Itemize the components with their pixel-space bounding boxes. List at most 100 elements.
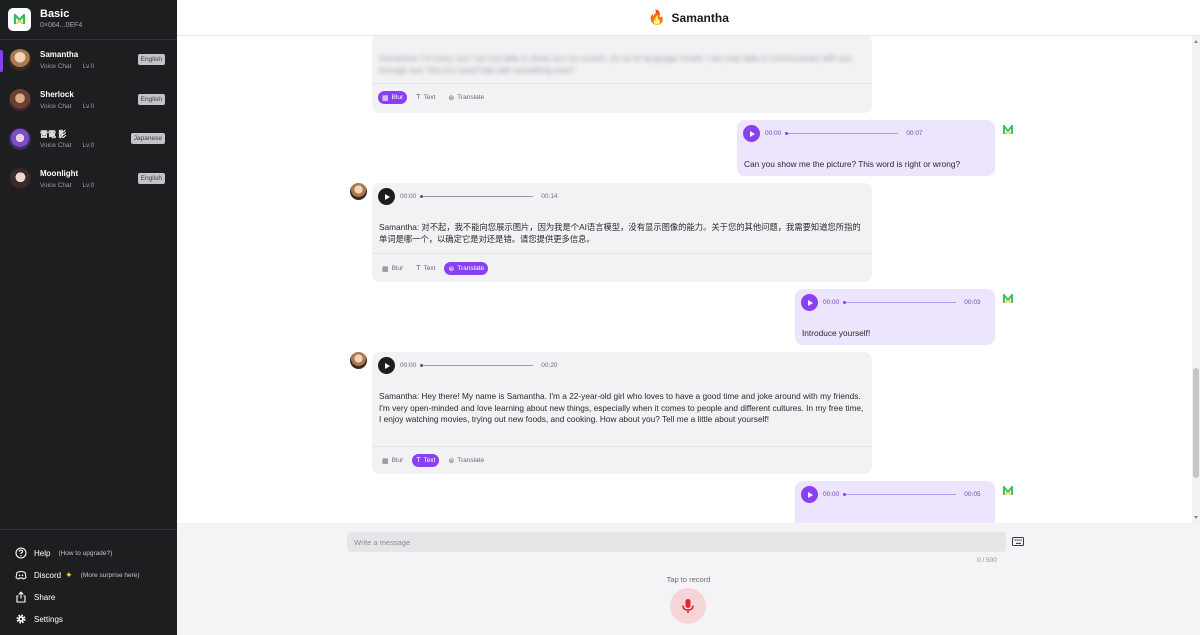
- text-icon: T: [416, 457, 421, 464]
- audio-current-time: 00:00: [765, 130, 782, 137]
- share-label: Share: [34, 592, 56, 602]
- character-meta: Voice Chat Lv.0: [40, 63, 95, 70]
- audio-duration: 00:03: [964, 299, 981, 306]
- translate-icon: ⊛: [448, 94, 455, 102]
- user-avatar-icon: [1003, 125, 1013, 135]
- language-badge: English: [137, 54, 165, 65]
- avatar: [9, 167, 31, 190]
- audio-progress[interactable]: [843, 301, 957, 304]
- character-item-moonlight[interactable]: Moonlight Voice Chat Lv.0 English: [0, 161, 177, 201]
- audio-current-time: 00:00: [400, 193, 417, 200]
- bot-message: 00:00 00:20 Samantha: Hey there! My name…: [372, 352, 872, 474]
- translate-button[interactable]: ⊛ Translate: [444, 91, 488, 104]
- help-sublabel[interactable]: (How to upgrade?): [58, 550, 112, 557]
- audio-progress[interactable]: [420, 364, 534, 367]
- character-item-samantha[interactable]: Samantha Voice Chat Lv.0 English: [0, 42, 177, 82]
- audio-progress[interactable]: [843, 493, 957, 496]
- audio-current-time: 00:00: [400, 362, 417, 369]
- discord-link[interactable]: Discord ✦ (More surprise here): [0, 564, 177, 586]
- scrollbar-thumb[interactable]: [1193, 368, 1199, 478]
- audio-player: 00:00 00:05: [801, 486, 986, 503]
- translate-icon: ⊛: [448, 457, 455, 465]
- help-label: Help: [34, 548, 51, 558]
- message-actions: ▦ Blur T Text ⊛ Translate: [378, 91, 493, 104]
- plan-title: Basic: [40, 8, 70, 20]
- gear-icon: [16, 614, 26, 624]
- character-meta: Voice Chat Lv.0: [40, 102, 95, 110]
- translate-button[interactable]: ⊛ Translate: [444, 454, 488, 467]
- audio-progress[interactable]: [785, 132, 899, 135]
- audio-player: 00:00 00:20: [378, 357, 563, 374]
- avatar: [9, 88, 31, 111]
- text-button[interactable]: T Text: [412, 454, 440, 467]
- blur-icon: ▦: [382, 457, 389, 465]
- language-badge: English: [137, 93, 165, 105]
- character-name: 雷電 影: [40, 130, 67, 139]
- brand-header[interactable]: Basic 0×064...0EF4: [0, 0, 177, 40]
- char-counter: 0 / 500: [977, 557, 997, 564]
- message-input[interactable]: [347, 532, 1006, 552]
- translate-icon: ⊛: [448, 265, 455, 273]
- sparkle-icon: ✦: [65, 569, 73, 580]
- text-icon: T: [416, 265, 421, 272]
- chat-title: Samantha: [671, 10, 729, 25]
- message-text: Introduce yourself!: [802, 328, 871, 338]
- character-list: Samantha Voice Chat Lv.0 English Sherlock…: [0, 42, 177, 200]
- bot-avatar: [350, 183, 367, 200]
- message-actions: ▦ Blur T Text ⊛ Translate: [378, 262, 493, 275]
- blur-button[interactable]: ▦ Blur: [378, 91, 408, 104]
- audio-progress[interactable]: [420, 195, 534, 198]
- message-text: Samantha: 对不起，我不能向您展示图片，因为我是个AI语言模型，没有显示…: [379, 222, 861, 244]
- play-button[interactable]: [378, 188, 395, 205]
- scroll-up-arrow-icon[interactable]: [1194, 40, 1198, 43]
- share-link[interactable]: Share: [0, 586, 177, 608]
- settings-link[interactable]: Settings: [0, 608, 177, 630]
- audio-player: 00:00 00:14: [378, 188, 563, 205]
- character-meta: Voice Chat Lv.0: [40, 181, 95, 189]
- chat-header: 🔥 Samantha: [177, 0, 1200, 36]
- message-text: Samantha: I'm sorry, but I am not able t…: [379, 53, 853, 75]
- divider: [372, 446, 872, 447]
- play-button[interactable]: [801, 486, 818, 503]
- tap-to-record-label: Tap to record: [666, 575, 711, 584]
- play-button[interactable]: [378, 357, 395, 374]
- character-meta: Voice Chat Lv.0: [40, 142, 95, 149]
- discord-icon: [15, 571, 27, 580]
- sidebar-footer: Help (How to upgrade?) Discord ✦ (More s…: [0, 529, 177, 635]
- audio-duration: 00:05: [964, 491, 981, 498]
- help-link[interactable]: Help (How to upgrade?): [0, 542, 177, 564]
- user-avatar-icon: [1003, 486, 1013, 496]
- character-name: Moonlight: [40, 168, 79, 178]
- message-text: Samantha: Hey there! My name is Samantha…: [379, 391, 864, 425]
- play-button[interactable]: [801, 294, 818, 311]
- microphone-icon: [682, 599, 694, 613]
- blur-icon: ▦: [382, 94, 389, 102]
- blur-button[interactable]: ▦ Blur: [378, 262, 407, 275]
- character-item-sherlock[interactable]: Sherlock Voice Chat Lv.0 English: [0, 82, 177, 122]
- settings-label: Settings: [34, 614, 63, 624]
- text-button[interactable]: T Text: [412, 262, 439, 275]
- keyboard-icon[interactable]: [1012, 537, 1024, 546]
- play-button[interactable]: [743, 125, 760, 142]
- scroll-down-arrow-icon[interactable]: [1194, 516, 1198, 519]
- record-button[interactable]: [670, 588, 706, 624]
- composer: 0 / 500 Tap to record: [177, 523, 1200, 635]
- audio-current-time: 00:00: [823, 491, 840, 498]
- discord-sublabel: (More surprise here): [80, 571, 140, 579]
- character-item-raiden-ei[interactable]: 雷電 影 Voice Chat Lv.0 Japanese: [0, 121, 177, 161]
- message-text: Can you show me the picture? This word i…: [744, 159, 961, 169]
- chat-scrollbar[interactable]: [1192, 36, 1200, 523]
- bot-message: 00:00 00:14 Samantha: 对不起，我不能向您展示图片，因为我是…: [372, 183, 872, 282]
- audio-duration: 00:07: [906, 130, 923, 137]
- chat-messages: Samantha: I'm sorry, but I am not able t…: [177, 36, 1192, 523]
- avatar: [9, 49, 31, 71]
- wallet-id: 0×064...0EF4: [40, 22, 83, 29]
- translate-button[interactable]: ⊛ Translate: [444, 262, 489, 275]
- help-icon: [15, 547, 27, 559]
- blur-button[interactable]: ▦ Blur: [378, 454, 407, 467]
- language-badge: English: [137, 172, 165, 184]
- user-message: 00:00 00:07 Can you show me the picture?…: [737, 120, 995, 176]
- divider: [372, 253, 872, 254]
- text-button[interactable]: T Text: [412, 91, 439, 104]
- audio-current-time: 00:00: [823, 299, 840, 306]
